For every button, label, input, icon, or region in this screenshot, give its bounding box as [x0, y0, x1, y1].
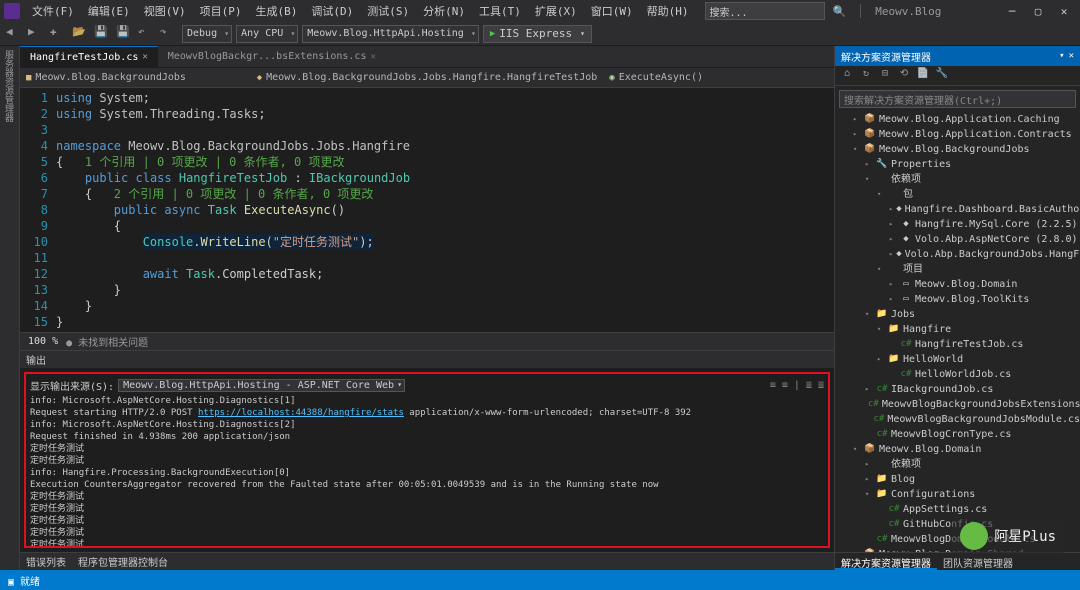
tree-node[interactable]: c#MeowvBlogCronType.cs [835, 427, 1080, 442]
showall-icon[interactable]: 📄 [915, 68, 931, 84]
saveall-icon[interactable]: 💾 [116, 25, 134, 43]
tree-node[interactable]: c#HelloWorldJob.cs [835, 367, 1080, 382]
new-icon[interactable]: ✚ [50, 25, 68, 43]
sync-icon[interactable]: ⟲ [896, 68, 912, 84]
tree-node[interactable]: ▾📦Meowv.Blog.BackgroundJobs [835, 142, 1080, 157]
explorer-title: 解决方案资源管理器 [841, 49, 931, 64]
tree-node[interactable]: ▾📁Configurations [835, 487, 1080, 502]
home-icon[interactable]: ⌂ [839, 68, 855, 84]
solution-explorer-tab[interactable]: 解决方案资源管理器 [835, 553, 937, 570]
tree-node[interactable]: ▸🔧Properties [835, 157, 1080, 172]
code-area[interactable]: using System;using System.Threading.Task… [56, 88, 834, 332]
output-source-label: 显示输出来源(S): [30, 378, 114, 393]
menu-edit[interactable]: 编辑(E) [82, 1, 136, 21]
tree-node[interactable]: ▸◆Volo.Abp.AspNetCore (2.8.0) [835, 232, 1080, 247]
pkg-manager-tab[interactable]: 程序包管理器控制台 [78, 554, 168, 569]
play-icon: ▶ [490, 29, 495, 39]
menu-extensions[interactable]: 扩展(X) [529, 1, 583, 21]
menu-file[interactable]: 文件(F) [26, 1, 80, 21]
output-log[interactable]: info: Microsoft.AspNetCore.Hosting.Diagn… [30, 395, 824, 548]
tree-node[interactable]: ▸📁HelloWorld [835, 352, 1080, 367]
editor-tab[interactable]: MeowvBlogBackgr...bsExtensions.cs✕ [158, 46, 386, 67]
nav-fwd-icon[interactable]: ▶ [28, 25, 46, 43]
nav-method[interactable]: ◉ExecuteAsync() [603, 68, 834, 87]
zoom-level[interactable]: 100 % [28, 336, 58, 347]
menu-analyze[interactable]: 分析(N) [417, 1, 471, 21]
tree-node[interactable]: c#AppSettings.cs [835, 502, 1080, 517]
tree-node[interactable]: ▸依赖项 [835, 457, 1080, 472]
tree-node[interactable]: ▾📦Meowv.Blog.Domain [835, 442, 1080, 457]
avatar-icon [960, 522, 988, 550]
refresh-icon[interactable]: ↻ [858, 68, 874, 84]
output-toolbar-icons[interactable]: ≡ ≡ | ≣ ≣ [770, 380, 824, 391]
menu-project[interactable]: 项目(P) [194, 1, 248, 21]
status-ready: ▣ 就绪 [8, 573, 40, 588]
namespace-icon: ■ [26, 73, 31, 83]
maximize-icon[interactable]: ▢ [1026, 3, 1050, 20]
redo-icon[interactable]: ↷ [160, 25, 178, 43]
tree-node[interactable]: ▸◆Volo.Abp.BackgroundJobs.HangFire (2.8.… [835, 247, 1080, 262]
watermark: 阿星Plus [952, 518, 1064, 554]
tree-node[interactable]: ▸📦Meowv.Blog.Application.Caching [835, 112, 1080, 127]
editor-tab[interactable]: HangfireTestJob.cs✕ [20, 46, 158, 67]
save-icon[interactable]: 💾 [94, 25, 112, 43]
tab-close-icon[interactable]: ✕ [370, 52, 375, 62]
global-search-input[interactable]: 搜索... [705, 2, 825, 20]
tree-node[interactable]: ▸◆Hangfire.Dashboard.BasicAuthorization … [835, 202, 1080, 217]
tree-node[interactable]: c#MeowvBlogBackgroundJobsExtensions.cs [835, 397, 1080, 412]
run-button[interactable]: ▶IIS Express▾ [483, 25, 592, 43]
open-icon[interactable]: 📂 [72, 25, 90, 43]
tree-node[interactable]: ▸◆Hangfire.MySql.Core (2.2.5) [835, 217, 1080, 232]
search-icon[interactable]: 🔍 [827, 3, 853, 20]
class-icon: ◆ [257, 73, 262, 83]
tab-close-icon[interactable]: ✕ [142, 52, 147, 62]
menu-help[interactable]: 帮助(H) [641, 1, 695, 21]
menu-window[interactable]: 窗口(W) [585, 1, 639, 21]
nav-class[interactable]: ◆Meowv.Blog.BackgroundJobs.Jobs.Hangfire… [251, 68, 604, 87]
menu-test[interactable]: 测试(S) [361, 1, 415, 21]
tree-node[interactable]: ▸▭Meowv.Blog.ToolKits [835, 292, 1080, 307]
tree-node[interactable]: ▸📦Meowv.Blog.Application.Contracts [835, 127, 1080, 142]
nav-back-icon[interactable]: ◀ [6, 25, 24, 43]
vs-logo-icon [4, 3, 20, 19]
team-explorer-tab[interactable]: 团队资源管理器 [937, 553, 1019, 570]
tree-node[interactable]: ▾项目 [835, 262, 1080, 277]
close-icon[interactable]: ✕ [1052, 3, 1076, 20]
method-icon: ◉ [609, 73, 614, 83]
menu-build[interactable]: 生成(B) [250, 1, 304, 21]
platform-dropdown[interactable]: Any CPU [236, 25, 298, 43]
menu-view[interactable]: 视图(V) [138, 1, 192, 21]
line-numbers: 123456789101112131415 [20, 88, 56, 332]
properties-icon[interactable]: 🔧 [934, 68, 950, 84]
menu-tools[interactable]: 工具(T) [473, 1, 527, 21]
explorer-search-input[interactable]: 搜索解决方案资源管理器(Ctrl+;) [839, 90, 1076, 108]
tree-node[interactable]: ▸c#IBackgroundJob.cs [835, 382, 1080, 397]
config-dropdown[interactable]: Debug [182, 25, 232, 43]
pin-icon[interactable]: ▾ [1059, 51, 1064, 61]
tree-node[interactable]: ▸▭Meowv.Blog.Domain [835, 277, 1080, 292]
output-source-dropdown[interactable]: Meowv.Blog.HttpApi.Hosting - ASP.NET Cor… [118, 379, 405, 392]
startup-dropdown[interactable]: Meowv.Blog.HttpApi.Hosting [302, 25, 479, 43]
tree-node[interactable]: ▾📁Jobs [835, 307, 1080, 322]
nav-namespace[interactable]: ■Meowv.Blog.BackgroundJobs [20, 68, 251, 87]
error-list-tab[interactable]: 错误列表 [26, 554, 66, 569]
tree-node[interactable]: ▸📁Blog [835, 472, 1080, 487]
collapse-icon[interactable]: ⊟ [877, 68, 893, 84]
tree-node[interactable]: c#HangfireTestJob.cs [835, 337, 1080, 352]
solution-name: Meowv.Blog [869, 3, 947, 20]
undo-icon[interactable]: ↶ [138, 25, 156, 43]
tree-node[interactable]: c#MeowvBlogBackgroundJobsModule.cs [835, 412, 1080, 427]
panel-close-icon[interactable]: ✕ [1069, 51, 1074, 61]
tree-node[interactable]: ▾依赖项 [835, 172, 1080, 187]
tree-node[interactable]: ▾📁Hangfire [835, 322, 1080, 337]
tree-node[interactable]: ▾包 [835, 187, 1080, 202]
output-panel-header[interactable]: 输出 [20, 350, 834, 368]
minimize-icon[interactable]: ─ [1000, 3, 1024, 20]
menu-debug[interactable]: 调试(D) [305, 1, 359, 21]
server-explorer-tab[interactable]: 服务器资源管理器 [0, 46, 17, 126]
issues-indicator[interactable]: ● 未找到相关问题 [66, 334, 148, 349]
